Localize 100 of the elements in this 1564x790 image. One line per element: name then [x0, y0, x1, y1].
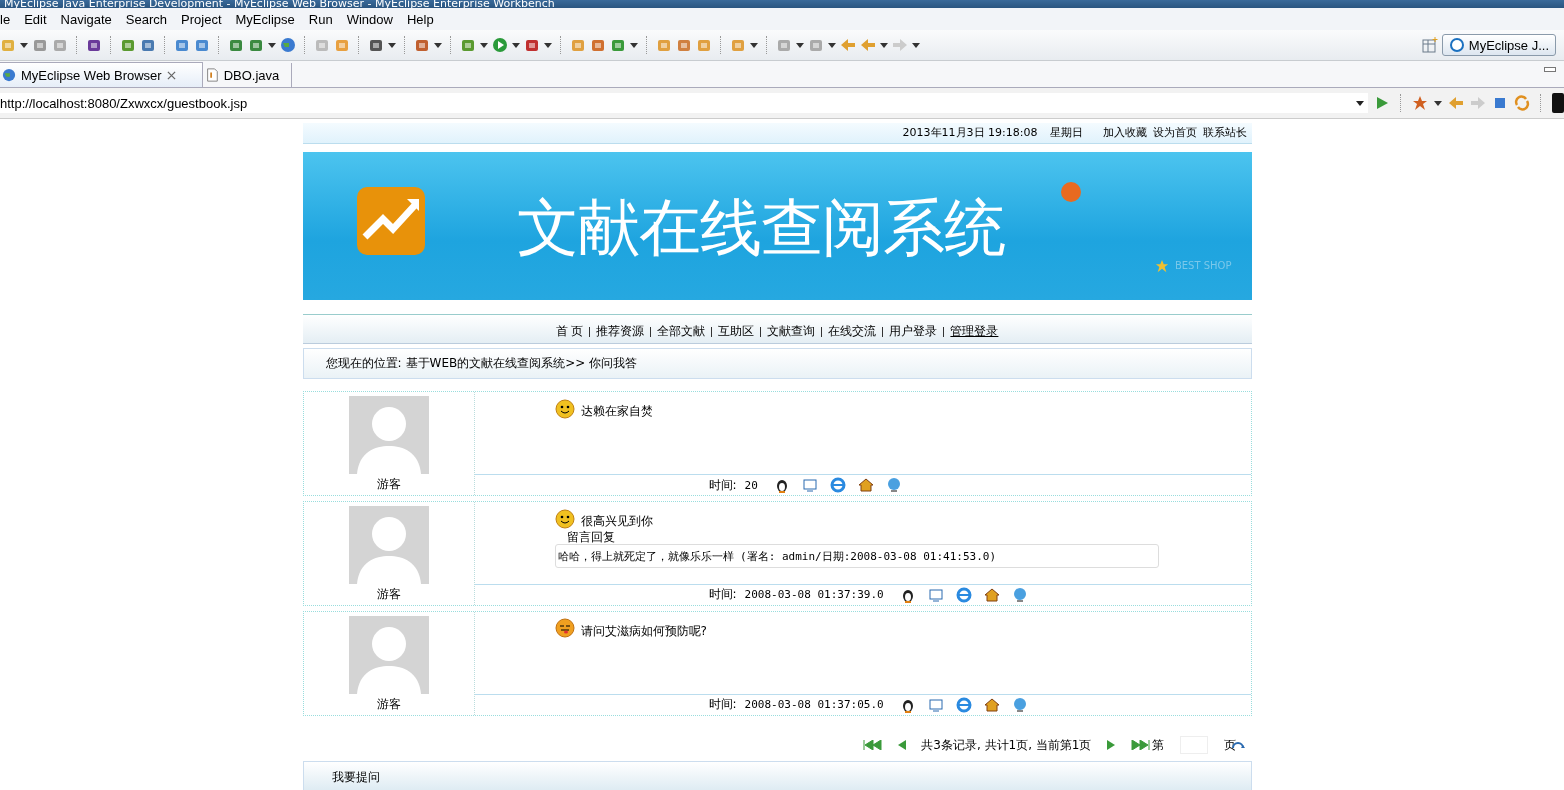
orb-icon	[1058, 179, 1083, 204]
play-icon[interactable]	[1374, 95, 1390, 111]
menu-item[interactable]: Help	[399, 11, 441, 27]
home-icon[interactable]	[983, 586, 1000, 603]
globe-icon[interactable]	[1011, 586, 1028, 603]
previous-page-icon[interactable]	[897, 740, 908, 751]
caret-icon[interactable]	[268, 42, 276, 48]
browser-e-icon[interactable]	[955, 696, 972, 713]
globe-icon[interactable]	[885, 477, 902, 494]
java-file-icon	[204, 68, 219, 82]
menu-item[interactable]: Navigate	[53, 11, 119, 27]
tongue-face-icon	[554, 618, 575, 639]
caret-icon[interactable]	[480, 42, 488, 48]
close-icon[interactable]	[166, 70, 176, 80]
caret-icon[interactable]	[912, 42, 920, 48]
post-time: 2008-03-08 01:37:39.0	[744, 588, 884, 602]
menu-item[interactable]: MyEclipse	[228, 11, 302, 27]
caret-icon[interactable]	[434, 42, 442, 48]
side-panel-edge	[1552, 93, 1564, 113]
chart-logo-icon	[354, 184, 427, 257]
reply-text: 哈哈，得上就死定了，就像乐乐一样 (署名: admin/日期:2008-03-08 01:41:53.0)	[554, 544, 1159, 569]
message-title: 很高兴见到你	[580, 513, 653, 531]
ask-question-bar[interactable]: 我要提问	[302, 761, 1252, 790]
message-title: 达赖在家自焚	[580, 403, 653, 421]
back-arrow-icon[interactable]	[1448, 95, 1464, 111]
caret-icon[interactable]	[880, 42, 888, 48]
caret-icon[interactable]	[388, 42, 396, 48]
menu-item[interactable]: le	[0, 11, 18, 27]
home-icon[interactable]	[983, 696, 1000, 713]
play-icon[interactable]	[492, 37, 508, 53]
time-label: 时间:	[708, 696, 737, 714]
author-name: 游客	[376, 695, 401, 713]
message-title: 请问艾滋病如何预防呢?	[580, 622, 707, 640]
monitor-icon[interactable]	[927, 586, 944, 603]
caret-icon[interactable]	[1434, 100, 1442, 106]
caret-icon[interactable]	[1356, 100, 1364, 106]
caret-icon[interactable]	[544, 42, 552, 48]
globe-icon[interactable]	[1011, 696, 1028, 713]
star-icon[interactable]	[1412, 95, 1428, 111]
menu-item[interactable]: Search	[118, 11, 175, 27]
editor-tab[interactable]: DBO.java	[202, 63, 293, 87]
ask-question-label[interactable]: 我要提问	[331, 768, 380, 786]
avatar-silhouette-icon	[348, 396, 429, 475]
globe-icon	[2, 68, 16, 82]
smiley-icon	[554, 508, 575, 529]
tagline-text: BEST SHOP	[1174, 260, 1232, 272]
time-label: 时间:	[708, 586, 737, 604]
author-name: 游客	[376, 586, 401, 604]
nav-link[interactable]: 互助区	[718, 317, 755, 341]
first-page-icon[interactable]	[863, 740, 884, 751]
open-perspective-icon[interactable]	[1421, 37, 1438, 53]
breadcrumb-current: 你问我答	[589, 354, 638, 372]
avatar-silhouette-icon	[348, 615, 429, 694]
menu-item[interactable]: Project	[174, 11, 229, 27]
nav-link[interactable]: 全部文献	[657, 317, 706, 341]
home-icon[interactable]	[857, 477, 874, 494]
menu-item[interactable]: Edit	[17, 11, 54, 27]
weekday: 星期日	[1049, 125, 1083, 141]
breadcrumb-link[interactable]: 基于WEB的文献在线查阅系统>>	[405, 354, 586, 372]
nav-link[interactable]: 管理登录	[950, 317, 999, 341]
nav-link[interactable]: 文献查询	[767, 317, 816, 341]
top-link[interactable]: 设为首页	[1152, 125, 1197, 141]
monitor-icon[interactable]	[927, 696, 944, 713]
m-logo-icon	[1448, 37, 1465, 53]
caret-icon[interactable]	[750, 42, 758, 48]
url-field[interactable]: http://localhost:8080/Zxwxcx/guestbook.jsp	[0, 93, 1368, 113]
caret-icon[interactable]	[796, 42, 804, 48]
menu-item[interactable]: Run	[301, 11, 340, 27]
pager-summary: 共3条记录, 共计1页, 当前第1页	[921, 736, 1092, 754]
monitor-icon[interactable]	[801, 477, 818, 494]
editor-tab[interactable]: MyEclipse Web Browser	[0, 62, 203, 87]
stop-icon[interactable]	[1492, 95, 1508, 111]
browser-e-icon[interactable]	[829, 477, 846, 494]
next-page-icon[interactable]	[1105, 740, 1116, 751]
banner-title: 文献在线查阅系统	[516, 189, 1005, 266]
nav-link[interactable]: 在线交流	[828, 317, 877, 341]
breadcrumb-label: 您现在的位置:	[325, 354, 402, 372]
browser-e-icon[interactable]	[955, 586, 972, 603]
caret-icon[interactable]	[630, 42, 638, 48]
author-name: 游客	[376, 476, 401, 494]
star-icon	[1154, 258, 1169, 273]
menu-item[interactable]: Window	[339, 11, 400, 27]
page-prefix: 第	[1151, 736, 1164, 754]
top-link[interactable]: 联系站长	[1202, 125, 1247, 141]
nav-link[interactable]: 用户登录	[889, 317, 938, 341]
minimize-icon[interactable]	[1544, 67, 1556, 73]
globe-icon[interactable]	[280, 37, 296, 53]
post-time: 20	[744, 478, 758, 492]
caret-icon[interactable]	[828, 42, 836, 48]
caret-icon[interactable]	[20, 42, 28, 48]
nav-link[interactable]: 推荐资源	[596, 317, 645, 341]
post-time: 2008-03-08 01:37:05.0	[744, 698, 884, 712]
nav-link[interactable]: 首 页	[555, 317, 584, 341]
perspective-button[interactable]: MyEclipse J...	[1441, 34, 1556, 56]
last-page-icon[interactable]	[1129, 740, 1150, 751]
caret-icon[interactable]	[512, 42, 520, 48]
reply-heading: 留言回复	[566, 530, 616, 545]
date-time: 2013年11月3日 19:18:08	[902, 125, 1038, 141]
avatar-silhouette-icon	[348, 506, 429, 585]
top-link[interactable]: 加入收藏	[1102, 125, 1147, 141]
